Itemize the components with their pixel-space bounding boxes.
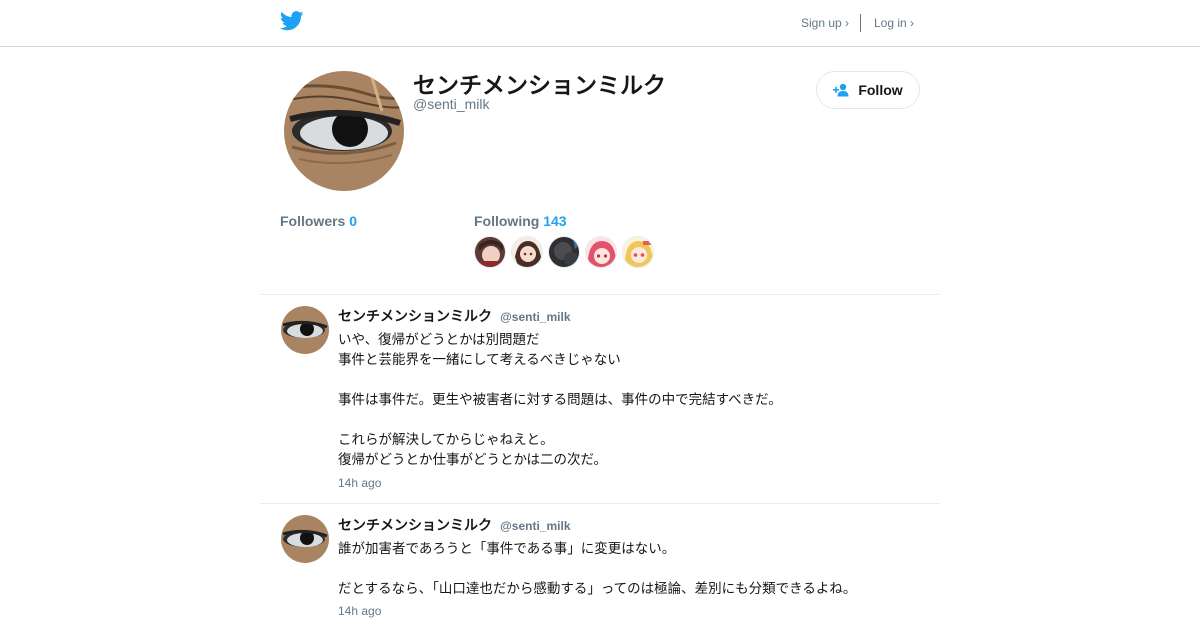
profile-name: センチメンションミルク	[413, 73, 666, 99]
tweet-line: 事件は事件だ。更生や被害者に対する問題は、事件の中で完結すべきだ。	[338, 392, 782, 408]
followers-count: 0	[349, 213, 358, 229]
tweet-text: いや、復帰がどうとかは別問題だ 事件と芸能界を一緒にして考えるべきじゃない 事件…	[338, 330, 928, 470]
following-avatar[interactable]	[511, 236, 543, 268]
tweet-line: だとするなら、「山口達也だから感動する」ってのは極論、差別にも分類できるよね。	[338, 581, 857, 597]
tweet-divider	[260, 503, 940, 504]
tweet-header: センチメンションミルク @senti_milk	[338, 306, 571, 326]
following-avatars	[474, 236, 654, 268]
login-link[interactable]: Log in ›	[874, 16, 914, 30]
followers-label: Followers	[280, 213, 346, 229]
tweet-timestamp[interactable]: 14h ago	[338, 604, 381, 618]
following-avatar[interactable]	[474, 236, 506, 268]
tweet-line	[338, 410, 928, 430]
following-stat[interactable]: Following 143	[474, 213, 567, 229]
tweet-line: いや、復帰がどうとかは別問題だ	[338, 332, 540, 348]
profile-handle: @senti_milk	[413, 96, 490, 112]
follow-button[interactable]: Follow	[816, 71, 920, 109]
section-divider	[260, 294, 940, 295]
tweet-header: センチメンションミルク @senti_milk	[338, 515, 571, 535]
tweet[interactable]: センチメンションミルク @senti_milk いや、復帰がどうとかは別問題だ …	[260, 306, 940, 496]
tweet-line: 復帰がどうとか仕事がどうとかは二の次だ。	[338, 452, 608, 468]
follow-button-label: Follow	[858, 82, 903, 98]
tweet-handle[interactable]: @senti_milk	[500, 310, 570, 324]
profile-avatar[interactable]	[284, 71, 404, 191]
following-avatar[interactable]	[622, 236, 654, 268]
nav-divider	[860, 14, 861, 32]
following-count: 143	[543, 213, 567, 229]
tweet-avatar[interactable]	[281, 515, 329, 563]
top-bar: Sign up › Log in ›	[0, 0, 1200, 47]
following-avatar[interactable]	[548, 236, 580, 268]
twitter-bird-icon[interactable]	[280, 11, 304, 31]
add-person-icon	[833, 83, 849, 97]
tweet-line: 誰が加害者であろうと「事件である事」に変更はない。	[338, 541, 676, 557]
tweet-line: これらが解決してからじゃねえと。	[338, 432, 554, 448]
tweet-avatar[interactable]	[281, 306, 329, 354]
followers-stat[interactable]: Followers 0	[280, 213, 357, 229]
following-avatar[interactable]	[585, 236, 617, 268]
tweet[interactable]: センチメンションミルク @senti_milk 誰が加害者であろうと「事件である…	[260, 515, 940, 625]
following-label: Following	[474, 213, 540, 229]
tweet-author[interactable]: センチメンションミルク	[338, 309, 492, 325]
tweet-line	[338, 559, 928, 579]
tweet-line: 事件と芸能界を一緒にして考えるべきじゃない	[338, 352, 621, 368]
tweet-timestamp[interactable]: 14h ago	[338, 476, 381, 490]
tweet-text: 誰が加害者であろうと「事件である事」に変更はない。 だとするなら、「山口達也だか…	[338, 539, 928, 599]
tweet-handle[interactable]: @senti_milk	[500, 519, 570, 533]
tweet-author[interactable]: センチメンションミルク	[338, 518, 492, 534]
tweet-line	[338, 370, 928, 390]
signup-link[interactable]: Sign up ›	[801, 16, 849, 30]
